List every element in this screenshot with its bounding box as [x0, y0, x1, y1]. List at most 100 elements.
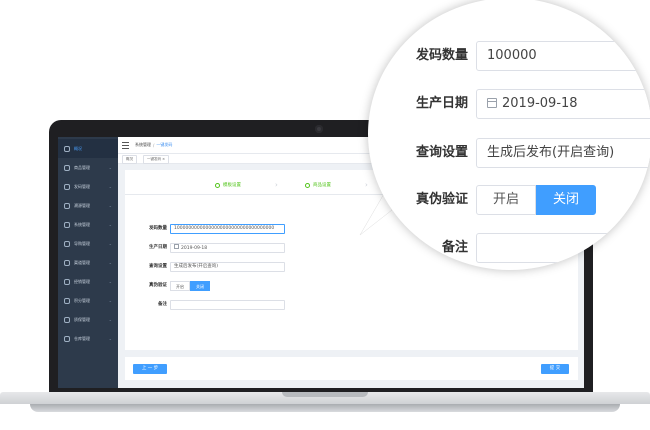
step-template: 模板设置 — [215, 182, 241, 188]
magnifier: 发码数量 100000 生产日期 2019-09-18 查询设置 生成后发布(开… — [368, 0, 650, 270]
sidebar-item-trace[interactable]: 溯源管理 ⌄ — [58, 196, 118, 215]
sidebar-item-warehouse[interactable]: 仓库管理 ⌄ — [58, 329, 118, 348]
chevron-down-icon: ⌄ — [108, 184, 112, 189]
date-label: 生产日期 — [149, 245, 167, 250]
sidebar-item-points[interactable]: 积分管理 ⌄ — [58, 291, 118, 310]
sidebar-item-label: 仓库管理 — [74, 335, 90, 341]
remark-input[interactable] — [170, 300, 285, 310]
chevron-down-icon: ⌄ — [108, 203, 112, 208]
sidebar-item-channel[interactable]: 渠道管理 ⌄ — [58, 253, 118, 272]
sidebar-item-label: 导购管理 — [74, 240, 90, 246]
form-row-remark: 备注 — [125, 300, 578, 310]
verify-toggle: 开启 关闭 — [170, 281, 210, 291]
chevron-down-icon: ⌄ — [108, 336, 112, 341]
chevron-down-icon: ⌄ — [108, 241, 112, 246]
step-label: 模板设置 — [223, 183, 241, 188]
zoom-date-value: 2019-09-18 — [502, 96, 578, 111]
sidebar-item-label: 积分管理 — [74, 297, 90, 303]
zoom-row-quantity: 发码数量 100000 — [388, 41, 650, 71]
verify-off-button[interactable]: 关闭 — [190, 281, 210, 291]
form-row-verify: 真伪验证 开启 关闭 — [125, 281, 578, 291]
sidebar-item-warranty[interactable]: 质保管理 ⌄ — [58, 310, 118, 329]
channel-icon — [64, 259, 70, 266]
query-label: 查询设置 — [149, 264, 167, 269]
check-circle-icon — [215, 182, 220, 188]
step-product: 商品设置 — [305, 182, 331, 188]
zoom-row-remark: 备注 — [388, 233, 650, 263]
zoom-verify-off-button[interactable]: 关闭 — [536, 185, 597, 215]
guide-icon — [64, 240, 70, 247]
base-bottom — [30, 404, 620, 412]
menu-toggle-icon[interactable] — [122, 141, 129, 149]
zoom-date-input[interactable]: 2019-09-18 — [476, 89, 650, 119]
zoom-query-label: 查询设置 — [415, 145, 468, 160]
zoom-verify-toggle: 开启 关闭 — [476, 185, 597, 215]
quantity-input[interactable]: 10000000000000000000000000000000000 — [170, 224, 285, 234]
trace-icon — [64, 202, 70, 209]
zoom-remark-input[interactable] — [476, 233, 650, 263]
prev-step-button[interactable]: 上 一 步 — [133, 364, 167, 374]
footer-bar: 上 一 步 提 交 — [125, 357, 578, 380]
sidebar-item-products[interactable]: 商品管理 ⌄ — [58, 158, 118, 177]
laptop-base — [0, 392, 650, 414]
sidebar-item-overview[interactable]: 概况 — [58, 139, 118, 158]
breadcrumb-current: 一键发码 — [156, 142, 173, 147]
camera-icon — [315, 125, 323, 133]
query-select[interactable]: 生成后发布(开启查询) — [170, 262, 285, 272]
breadcrumb-separator: / — [153, 142, 155, 148]
submit-button[interactable]: 提 交 — [541, 364, 569, 374]
gear-icon — [64, 221, 70, 228]
zoom-verify-label: 真伪验证 — [415, 192, 468, 207]
calendar-icon — [487, 98, 497, 108]
sidebar-item-label: 溯源管理 — [74, 202, 90, 208]
warehouse-icon — [64, 335, 70, 342]
quantity-label: 发码数量 — [149, 226, 167, 231]
chevron-right-icon: › — [275, 181, 278, 189]
sidebar-item-label: 系统管理 — [74, 221, 90, 227]
chevron-down-icon: ⌄ — [108, 279, 112, 284]
chevron-down-icon: ⌄ — [108, 222, 112, 227]
sidebar-item-guide[interactable]: 导购管理 ⌄ — [58, 234, 118, 253]
verify-label: 真伪验证 — [149, 283, 167, 288]
code-icon — [64, 183, 70, 190]
chevron-down-icon: ⌄ — [108, 298, 112, 303]
sidebar-item-label: 经销管理 — [74, 278, 90, 284]
zoom-row-date: 生产日期 2019-09-18 — [388, 89, 650, 119]
warranty-icon — [64, 316, 70, 323]
tag-one-click-code[interactable]: 一键发码 × — [143, 155, 170, 164]
points-icon — [64, 297, 70, 304]
date-value: 2019-09-18 — [181, 246, 208, 251]
home-icon — [64, 145, 70, 152]
zoom-query-select[interactable]: 生成后发布(开启查询) — [476, 138, 650, 168]
chevron-down-icon: ⌄ — [108, 317, 112, 322]
zoom-verify-on-button[interactable]: 开启 — [476, 185, 537, 215]
dealer-icon — [64, 278, 70, 285]
sidebar-item-codes[interactable]: 发码管理 ⌄ — [58, 177, 118, 196]
chevron-down-icon: ⌄ — [108, 260, 112, 265]
tag-overview[interactable]: 概况 — [122, 155, 137, 164]
zoom-row-verify: 真伪验证 开启 关闭 — [388, 185, 650, 215]
zoom-quantity-input[interactable]: 100000 — [476, 41, 650, 71]
sidebar-item-system[interactable]: 系统管理 ⌄ — [58, 215, 118, 234]
verify-on-button[interactable]: 开启 — [170, 281, 190, 291]
base-notch — [282, 392, 368, 397]
date-input[interactable]: 2019-09-18 — [170, 243, 285, 253]
sidebar-item-dealer[interactable]: 经销管理 ⌄ — [58, 272, 118, 291]
step-label: 商品设置 — [313, 183, 331, 188]
sidebar-item-label: 概况 — [74, 145, 82, 151]
check-circle-icon — [305, 182, 310, 188]
chevron-down-icon: ⌄ — [108, 165, 112, 170]
sidebar: 概况 商品管理 ⌄ 发码管理 ⌄ 溯源管理 ⌄ 系统管理 ⌄ 导购管理 ⌄ 渠道… — [58, 137, 118, 388]
sidebar-item-label: 渠道管理 — [74, 259, 90, 265]
product-icon — [64, 164, 70, 171]
remark-label: 备注 — [158, 302, 167, 307]
zoom-remark-label: 备注 — [441, 240, 468, 255]
calendar-icon — [174, 244, 179, 249]
zoom-row-query: 查询设置 生成后发布(开启查询) — [388, 138, 650, 168]
zoom-quantity-label: 发码数量 — [415, 48, 468, 63]
sidebar-item-label: 发码管理 — [74, 183, 90, 189]
sidebar-item-label: 质保管理 — [74, 316, 90, 322]
breadcrumb-root[interactable]: 系统管理 — [135, 142, 151, 148]
zoom-date-label: 生产日期 — [415, 96, 468, 111]
sidebar-item-label: 商品管理 — [74, 164, 90, 170]
